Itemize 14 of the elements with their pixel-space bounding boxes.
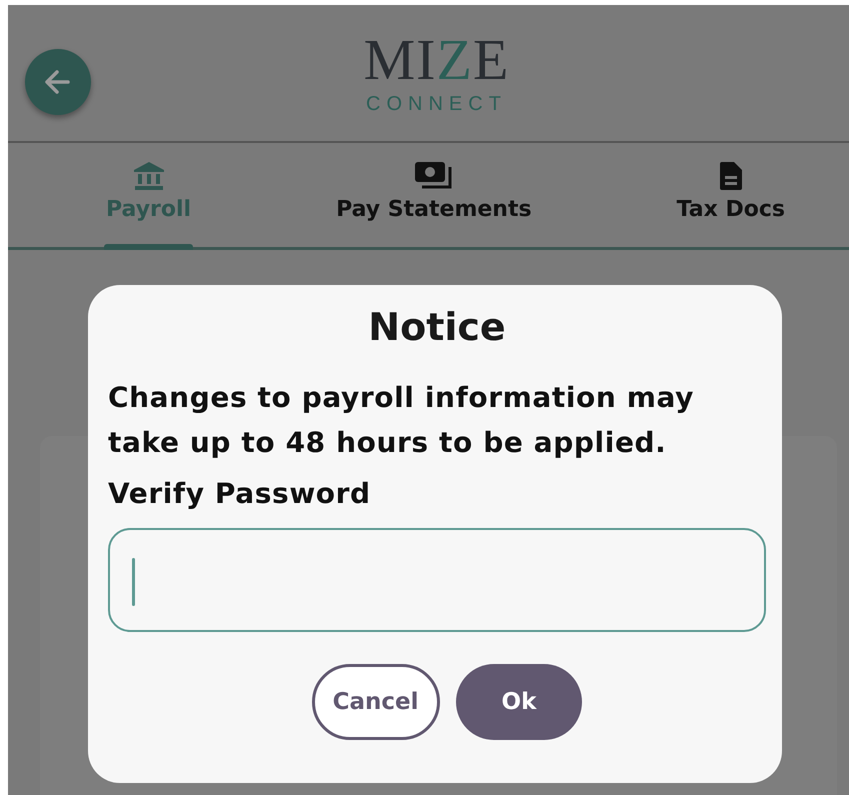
banknote-icon: [414, 161, 454, 191]
logo-tagline: CONNECT: [366, 92, 507, 116]
back-button[interactable]: [25, 49, 91, 115]
dialog-message: Changes to payroll information may take up to 48 hours to be applied.: [108, 380, 696, 461]
password-field[interactable]: [108, 528, 766, 632]
field-label: Verify Password: [108, 477, 372, 510]
dialog-title: Notice: [367, 305, 507, 349]
document-icon: [718, 161, 743, 191]
tab[interactable]: Pay Statements: [336, 161, 532, 247]
bank-icon: [132, 161, 165, 191]
logo-wordmark: MIZE: [364, 30, 510, 88]
ok-button[interactable]: Ok: [456, 664, 582, 740]
tab[interactable]: Tax Docs: [676, 161, 785, 247]
cancel-button[interactable]: Cancel: [312, 664, 440, 740]
